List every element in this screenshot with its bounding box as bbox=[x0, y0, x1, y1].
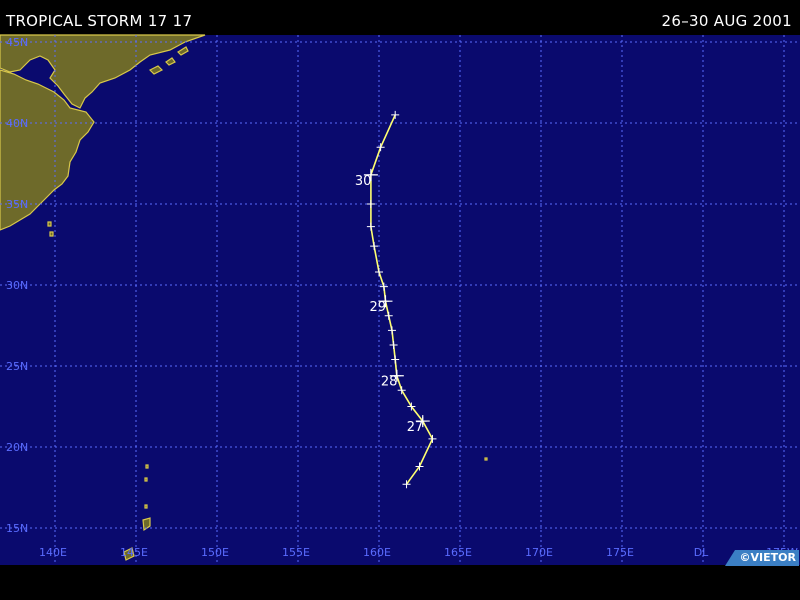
storm-track-map: 45N 40N 35N 30N 25N 20N 15N 140E 145E 150E 155E 16… bbox=[0, 34, 800, 565]
lon-label-145E: 145E bbox=[120, 546, 148, 559]
lat-label-35N: 35N bbox=[6, 198, 28, 211]
lon-label-165E: 165E bbox=[444, 546, 472, 559]
lon-label-170E: 170E bbox=[525, 546, 553, 559]
lon-label-DL: DL bbox=[694, 546, 709, 559]
lat-label-20N: 20N bbox=[6, 441, 28, 454]
lon-label-140E: 140E bbox=[39, 546, 67, 559]
copyright-watermark: ©VIETOR bbox=[725, 550, 799, 566]
day-label-28: 28 bbox=[381, 375, 398, 390]
lat-label-30N: 30N bbox=[6, 279, 28, 292]
day-label-27: 27 bbox=[407, 420, 424, 435]
lat-label-25N: 25N bbox=[6, 360, 28, 373]
lat-label-15N: 15N bbox=[6, 522, 28, 535]
ocean-background bbox=[0, 35, 800, 565]
storm-title: TROPICAL STORM 17 17 bbox=[6, 12, 193, 30]
day-label-30: 30 bbox=[355, 174, 372, 189]
lat-label-45N: 45N bbox=[6, 36, 28, 49]
lon-label-160E: 160E bbox=[363, 546, 391, 559]
lon-label-175E: 175E bbox=[606, 546, 634, 559]
lat-label-40N: 40N bbox=[6, 117, 28, 130]
lon-label-155E: 155E bbox=[282, 546, 310, 559]
lon-label-150E: 150E bbox=[201, 546, 229, 559]
date-range: 26–30 AUG 2001 bbox=[661, 12, 792, 30]
day-label-29: 29 bbox=[369, 300, 386, 315]
